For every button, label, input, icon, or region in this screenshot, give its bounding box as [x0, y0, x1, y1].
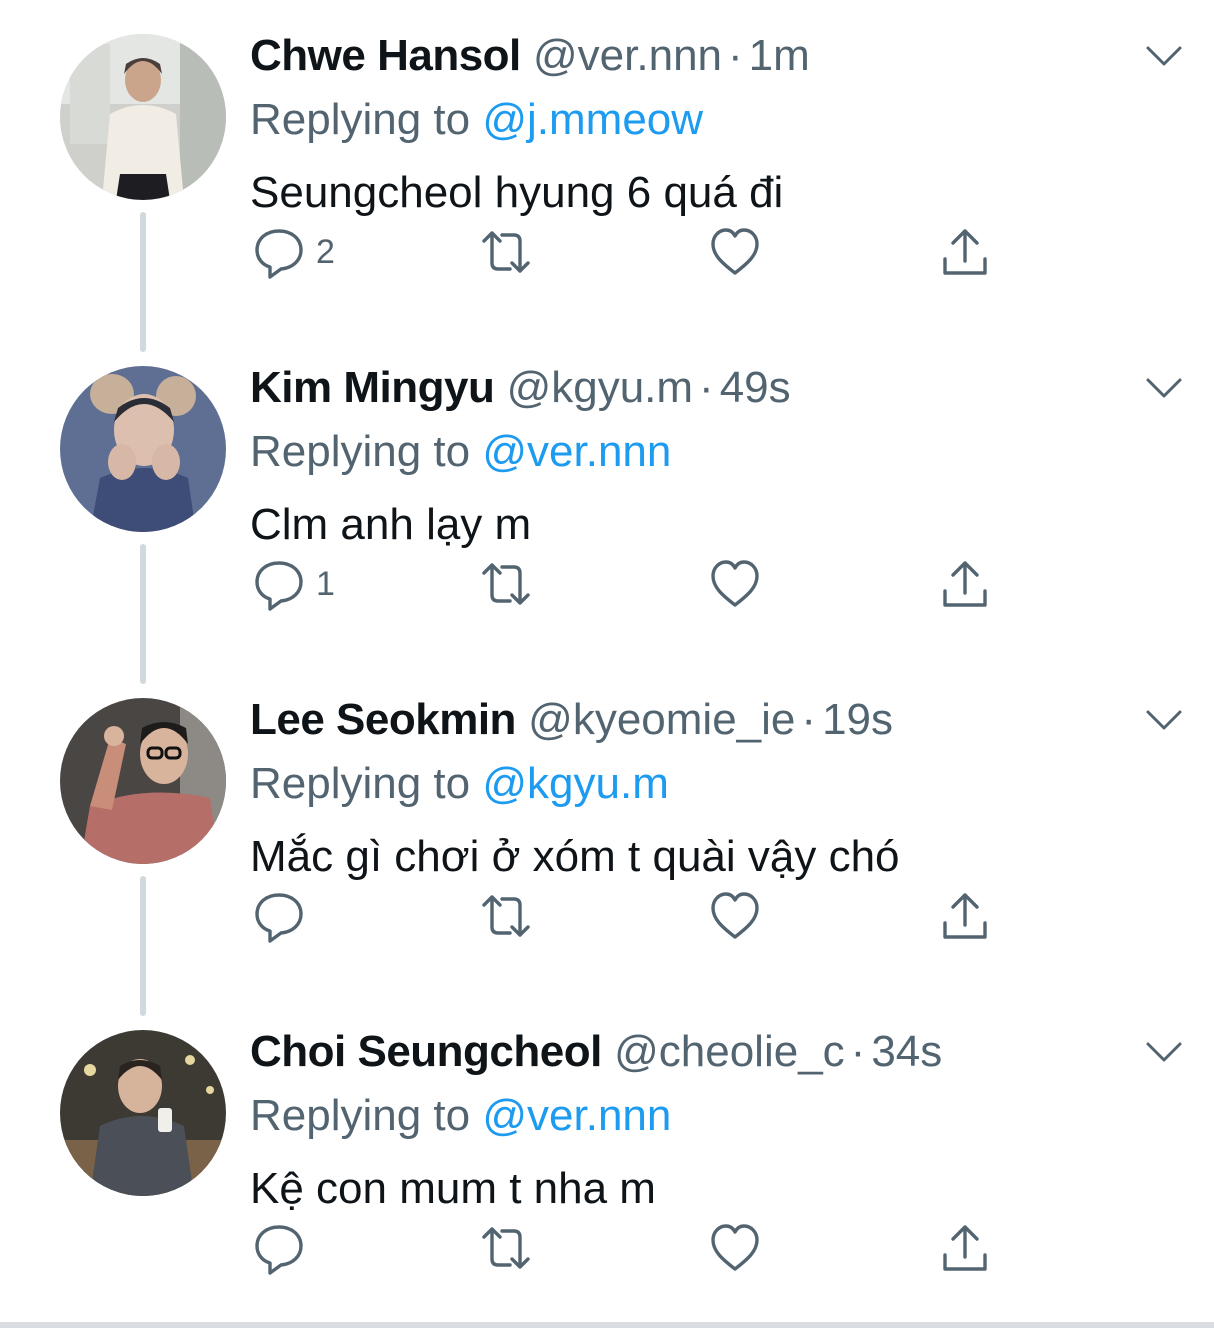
replying-to: Replying to @ver.nnn	[250, 424, 671, 480]
display-name[interactable]: Lee Seokmin	[250, 695, 516, 744]
timestamp[interactable]: 19s	[822, 695, 893, 744]
share-icon	[940, 223, 990, 281]
retweet-button[interactable]	[476, 1218, 536, 1278]
retweet-icon	[476, 887, 536, 945]
username[interactable]: @kgyu.m	[507, 363, 693, 412]
retweet-icon	[476, 223, 536, 281]
avatar[interactable]	[60, 366, 226, 532]
retweet-icon	[476, 555, 536, 613]
display-name[interactable]: Kim Mingyu	[250, 363, 495, 412]
replying-prefix: Replying to	[250, 95, 483, 144]
share-icon	[940, 887, 990, 945]
tweet-1[interactable]: Chwe Hansol @ver.nnn · 1m Replying to @j.m…	[0, 0, 1214, 352]
share-button[interactable]	[940, 1218, 990, 1278]
tweet-header: Choi Seungcheol @cheolie_c · 34s	[250, 1024, 942, 1080]
timestamp[interactable]: 49s	[720, 363, 791, 412]
reply-button[interactable]	[250, 886, 316, 946]
reply-count: 1	[316, 564, 335, 603]
tweet-header: Kim Mingyu @kgyu.m · 49s	[250, 360, 791, 416]
timestamp[interactable]: 1m	[749, 31, 810, 80]
thread-line	[140, 212, 146, 352]
avatar[interactable]	[60, 1030, 226, 1196]
divider	[0, 1322, 1214, 1328]
timestamp[interactable]: 34s	[871, 1027, 942, 1076]
separator-dot: ·	[801, 695, 817, 744]
share-icon	[940, 555, 990, 613]
thread-line	[140, 876, 146, 1016]
display-name[interactable]: Choi Seungcheol	[250, 1027, 602, 1076]
reply-button[interactable]: 2	[250, 222, 335, 282]
retweet-button[interactable]	[476, 222, 536, 282]
tweet-3[interactable]: Lee Seokmin @kyeomie_ie · 19s Replying to …	[0, 664, 1214, 1016]
retweet-button[interactable]	[476, 554, 536, 614]
tweet-header: Chwe Hansol @ver.nnn · 1m	[250, 28, 810, 84]
replying-to-link[interactable]: @kgyu.m	[482, 759, 668, 808]
reply-button[interactable]	[250, 1218, 316, 1278]
replying-to: Replying to @ver.nnn	[250, 1088, 671, 1144]
tweet-header: Lee Seokmin @kyeomie_ie · 19s	[250, 692, 893, 748]
tweet-text: Seungcheol hyung 6 quá đi	[250, 168, 784, 217]
heart-icon	[710, 1219, 760, 1277]
tweet-2[interactable]: Kim Mingyu @kgyu.m · 49s Replying to @ver.…	[0, 332, 1214, 684]
chevron-down-icon[interactable]	[1142, 1034, 1186, 1070]
like-button[interactable]	[710, 886, 760, 946]
username[interactable]: @ver.nnn	[533, 31, 722, 80]
like-button[interactable]	[710, 554, 760, 614]
separator-dot: ·	[850, 1027, 866, 1076]
tweet-actions	[250, 1218, 1010, 1278]
tweet-text: Mắc gì chơi ở xóm t quài vậy chó	[250, 832, 900, 881]
retweet-icon	[476, 1219, 536, 1277]
replying-prefix: Replying to	[250, 427, 483, 476]
reply-icon	[250, 1219, 308, 1277]
tweet-text: Clm anh lạy m	[250, 500, 532, 549]
share-icon	[940, 1219, 990, 1277]
reply-icon	[250, 223, 308, 281]
replying-to: Replying to @kgyu.m	[250, 756, 669, 812]
display-name[interactable]: Chwe Hansol	[250, 31, 521, 80]
tweet-actions	[250, 886, 1010, 946]
avatar[interactable]	[60, 698, 226, 864]
chevron-down-icon[interactable]	[1142, 370, 1186, 406]
like-button[interactable]	[710, 1218, 760, 1278]
heart-icon	[710, 887, 760, 945]
username[interactable]: @kyeomie_ie	[528, 695, 795, 744]
heart-icon	[710, 555, 760, 613]
reply-icon	[250, 887, 308, 945]
replying-prefix: Replying to	[250, 1091, 483, 1140]
chevron-down-icon[interactable]	[1142, 702, 1186, 738]
share-button[interactable]	[940, 886, 990, 946]
tweet-actions: 2	[250, 222, 1010, 282]
replying-to-link[interactable]: @ver.nnn	[482, 1091, 671, 1140]
tweet-4[interactable]: Choi Seungcheol @cheolie_c · 34s Replying …	[0, 996, 1214, 1328]
tweet-actions: 1	[250, 554, 1010, 614]
reply-button[interactable]: 1	[250, 554, 335, 614]
share-button[interactable]	[940, 222, 990, 282]
separator-dot: ·	[699, 363, 714, 412]
like-button[interactable]	[710, 222, 760, 282]
separator-dot: ·	[728, 31, 743, 80]
replying-to: Replying to @j.mmeow	[250, 92, 703, 148]
reply-count: 2	[316, 232, 335, 271]
retweet-button[interactable]	[476, 886, 536, 946]
replying-to-link[interactable]: @j.mmeow	[482, 95, 703, 144]
username[interactable]: @cheolie_c	[614, 1027, 845, 1076]
reply-icon	[250, 555, 308, 613]
heart-icon	[710, 223, 760, 281]
share-button[interactable]	[940, 554, 990, 614]
thread-line	[140, 544, 146, 684]
replying-to-link[interactable]: @ver.nnn	[482, 427, 671, 476]
replying-prefix: Replying to	[250, 759, 483, 808]
chevron-down-icon[interactable]	[1142, 38, 1186, 74]
tweet-text: Kệ con mum t nha m	[250, 1164, 656, 1213]
avatar[interactable]	[60, 34, 226, 200]
